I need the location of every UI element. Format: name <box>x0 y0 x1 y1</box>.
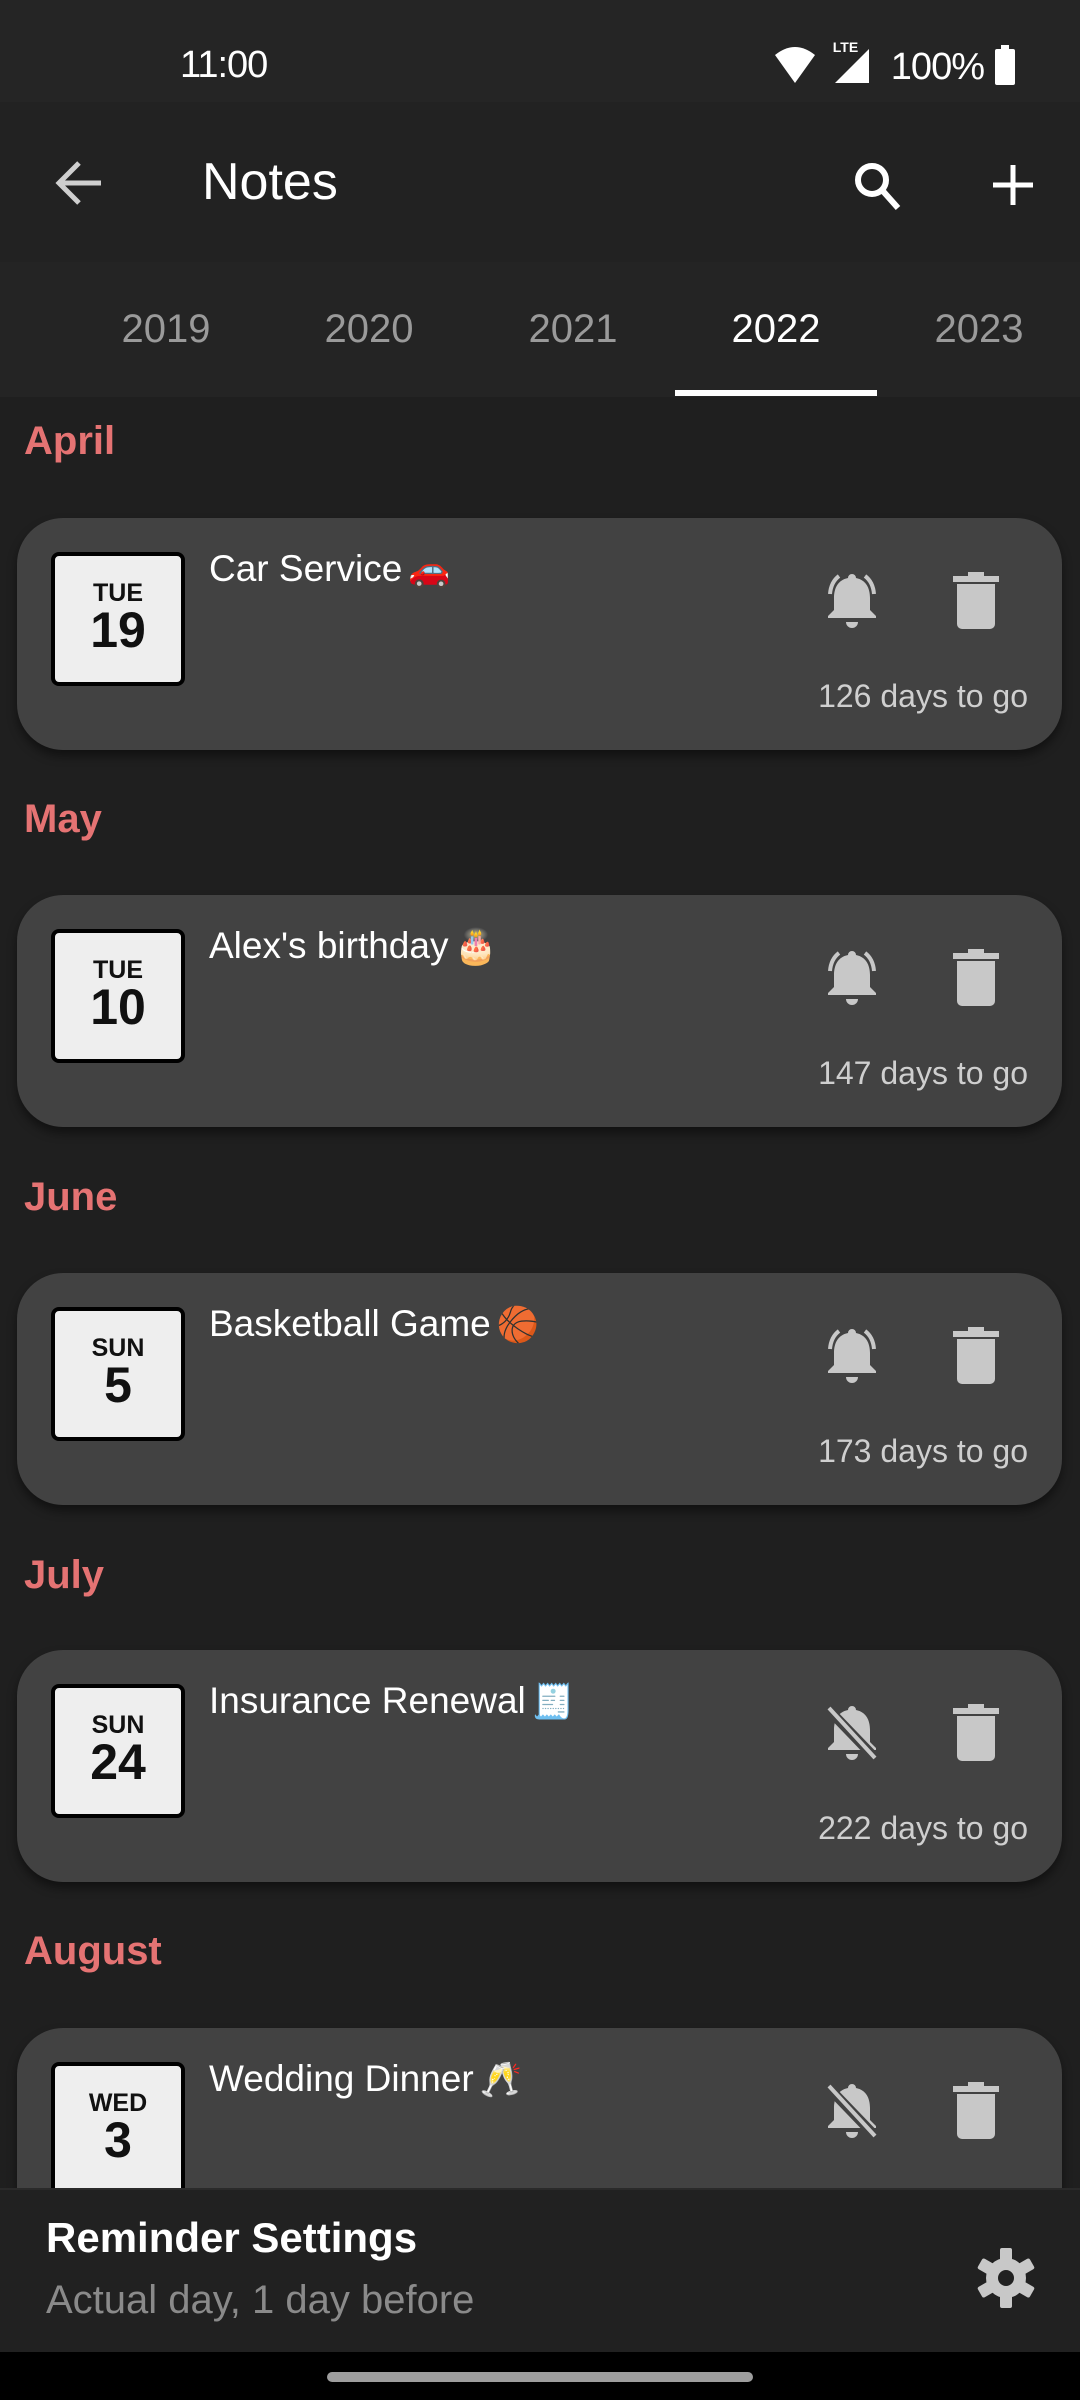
note-card[interactable]: WED 3 Wedding Dinner 🥂 <box>17 2028 1062 2188</box>
tab-2019[interactable]: 2019 <box>65 262 267 397</box>
tab-2021[interactable]: 2021 <box>472 262 674 397</box>
bell-off-icon <box>819 2078 885 2149</box>
home-gesture-handle[interactable] <box>327 2372 753 2382</box>
reminder-toggle-button[interactable] <box>817 1323 887 1393</box>
network-type-label: LTE <box>832 38 859 55</box>
wifi-icon <box>771 45 819 90</box>
tab-2018[interactable]: 2018 <box>0 262 34 397</box>
days-to-go: 147 days to go <box>818 1055 1028 1091</box>
reminder-settings-title: Reminder Settings <box>46 2214 418 2261</box>
days-to-go: 173 days to go <box>818 1433 1028 1469</box>
days-to-go: 126 days to go <box>818 678 1028 714</box>
reminder-toggle-button[interactable] <box>817 568 887 638</box>
date-badge: WED 3 <box>51 2062 185 2188</box>
tab-2022[interactable]: 2022 <box>675 262 877 397</box>
app-bar: Notes <box>0 102 1080 262</box>
reminder-settings-summary: Actual day, 1 day before <box>46 2278 475 2322</box>
search-icon <box>852 160 902 215</box>
basketball-emoji-icon: 🏀 <box>496 1306 540 1344</box>
note-title: Alex's birthday 🎂 <box>209 925 497 967</box>
champagne-emoji-icon: 🥂 <box>479 2061 522 2099</box>
note-title: Insurance Renewal 🧾 <box>209 1680 574 1722</box>
note-title: Basketball Game 🏀 <box>209 1303 539 1345</box>
day-of-month: 24 <box>90 1734 146 1790</box>
month-header: July <box>24 1553 105 1597</box>
note-card[interactable]: SUN 24 Insurance Renewal 🧾 222 days to go <box>17 1650 1062 1882</box>
note-title-text: Insurance Renewal <box>209 1680 526 1721</box>
reminder-toggle-button[interactable] <box>817 1700 887 1770</box>
trash-icon <box>953 571 999 635</box>
status-icons: LTE 100% <box>771 39 1016 90</box>
days-to-go: 222 days to go <box>818 1810 1028 1846</box>
reminder-toggle-button[interactable] <box>817 945 887 1015</box>
year-tabs: 2018 2019 2020 2021 2022 2023 <box>0 262 1080 397</box>
day-of-month: 10 <box>90 979 146 1035</box>
page-title: Notes <box>202 153 338 211</box>
notes-list[interactable]: April TUE 19 Car Service 🚗 126 days to go… <box>0 397 1080 2188</box>
reminder-settings-panel[interactable]: Reminder Settings Actual day, 1 day befo… <box>0 2188 1080 2354</box>
note-title-text: Wedding Dinner <box>209 2058 474 2099</box>
status-bar: 11:00 LTE 100% <box>0 0 1080 102</box>
note-title: Wedding Dinner 🥂 <box>209 2058 522 2100</box>
note-title: Car Service 🚗 <box>209 548 451 590</box>
tab-2023[interactable]: 2023 <box>878 262 1080 397</box>
month-header: August <box>24 1929 162 1973</box>
date-badge: SUN 24 <box>51 1684 185 1818</box>
delete-button[interactable] <box>943 1700 1009 1770</box>
month-header: April <box>24 419 116 463</box>
day-of-month: 5 <box>104 1357 132 1413</box>
trash-icon <box>953 2081 999 2145</box>
date-badge: TUE 10 <box>51 929 185 1063</box>
reminder-toggle-button[interactable] <box>817 2078 887 2148</box>
bell-ringing-icon <box>819 945 885 1016</box>
battery-percent: 100% <box>890 45 985 88</box>
status-time: 11:00 <box>180 44 268 86</box>
month-header: June <box>24 1175 118 1219</box>
delete-button[interactable] <box>943 945 1009 1015</box>
signal-icon: LTE <box>829 39 873 90</box>
arrow-left-icon <box>55 160 103 211</box>
system-nav-bar <box>0 2352 1080 2400</box>
bell-ringing-icon <box>819 1323 885 1394</box>
plus-icon <box>991 163 1035 212</box>
trash-icon <box>953 948 999 1012</box>
bell-off-icon <box>819 1700 885 1771</box>
month-header: May <box>24 797 102 841</box>
add-note-button[interactable] <box>978 152 1048 222</box>
gear-icon <box>974 2246 1038 2315</box>
note-card[interactable]: TUE 10 Alex's birthday 🎂 147 days to go <box>17 895 1062 1127</box>
day-of-month: 19 <box>90 602 146 658</box>
trash-icon <box>953 1703 999 1767</box>
settings-button[interactable] <box>966 2240 1046 2320</box>
tab-indicator <box>675 390 877 396</box>
trash-icon <box>953 1326 999 1390</box>
receipt-emoji-icon: 🧾 <box>531 1683 575 1721</box>
delete-button[interactable] <box>943 1323 1009 1393</box>
day-of-month: 3 <box>104 2112 132 2168</box>
birthday-cake-emoji-icon: 🎂 <box>454 928 497 966</box>
battery-icon <box>994 44 1016 90</box>
search-button[interactable] <box>842 152 912 222</box>
date-badge: TUE 19 <box>51 552 185 686</box>
delete-button[interactable] <box>943 568 1009 638</box>
date-badge: SUN 5 <box>51 1307 185 1441</box>
note-card[interactable]: SUN 5 Basketball Game 🏀 173 days to go <box>17 1273 1062 1505</box>
bell-ringing-icon <box>819 568 885 639</box>
car-emoji-icon: 🚗 <box>408 551 451 589</box>
note-title-text: Alex's birthday <box>209 925 449 966</box>
note-title-text: Car Service <box>209 548 403 589</box>
back-button[interactable] <box>48 154 110 216</box>
delete-button[interactable] <box>943 2078 1009 2148</box>
note-card[interactable]: TUE 19 Car Service 🚗 126 days to go <box>17 518 1062 750</box>
note-title-text: Basketball Game <box>209 1303 491 1344</box>
tab-2020[interactable]: 2020 <box>268 262 470 397</box>
